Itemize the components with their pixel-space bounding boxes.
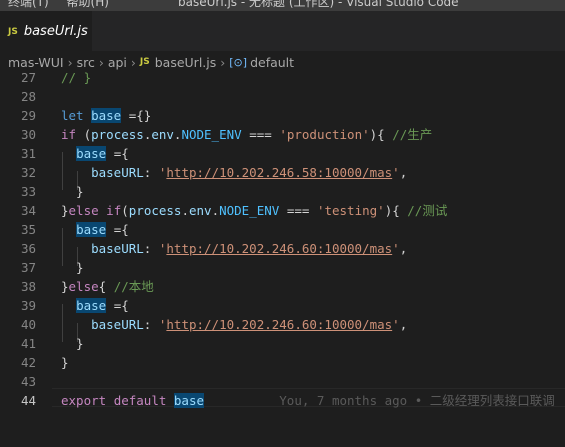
code-text: }else if(process.env.NODE_ENV === 'testi… [61, 203, 448, 218]
code-text: } [61, 355, 69, 370]
line-number: 31 [20, 146, 36, 161]
line-number: 37 [20, 260, 36, 275]
js-file-icon: JS [139, 57, 150, 67]
title-bar: 终端(T) 帮助(H) baseUrl.js - 无标题 (工作区) - Vis… [0, 0, 565, 11]
code-text: export default base You, 7 months ago • … [61, 393, 555, 408]
code-text: }else{ //本地 [61, 279, 154, 294]
line-number: 27 [20, 70, 36, 85]
line-number: 30 [20, 127, 36, 142]
code-line[interactable]: 28 [0, 87, 565, 106]
code-line[interactable]: 38 }else{ //本地 [0, 277, 565, 296]
code-line[interactable]: 40 baseURL: 'http://10.202.246.60:10000/… [0, 315, 565, 334]
line-number: 40 [20, 317, 36, 332]
window-title: baseUrl.js - 无标题 (工作区) - Visual Studio C… [178, 0, 459, 9]
code-text: } [61, 260, 84, 275]
line-number: 44 [20, 393, 36, 408]
line-number: 29 [20, 108, 36, 123]
code-line[interactable]: 37 } [0, 258, 565, 277]
code-text: } [61, 184, 84, 199]
code-line[interactable]: 33 } [0, 182, 565, 201]
line-number: 41 [20, 336, 36, 351]
code-line[interactable]: 43 [0, 372, 565, 391]
code-line[interactable]: 30 if (process.env.NODE_ENV === 'producti… [0, 125, 565, 144]
tab-baseurl-js[interactable]: JS baseUrl.js [0, 11, 92, 51]
symbol-variable-icon: [⊙] [229, 55, 248, 69]
git-blame-annotation: You, 7 months ago • 二级经理列表接口联调 [204, 393, 555, 408]
menu-item-help[interactable]: 帮助(H) [67, 0, 109, 9]
code-line[interactable]: 44 export default base You, 7 months ago … [0, 391, 565, 410]
line-number: 34 [20, 203, 36, 218]
code-line[interactable]: 35 base ={ [0, 220, 565, 239]
line-number: 36 [20, 241, 36, 256]
code-text: baseURL: 'http://10.202.246.60:10000/mas… [91, 317, 408, 332]
code-text: baseURL: 'http://10.202.246.58:10000/mas… [91, 165, 408, 180]
code-text: base ={ [76, 146, 129, 161]
code-text: base ={ [76, 222, 129, 237]
line-number: 43 [20, 374, 36, 389]
code-editor[interactable]: 27 // } 28 29 let base ={} 30 if (process.env.… [0, 70, 565, 447]
code-line[interactable]: 29 let base ={} [0, 106, 565, 125]
line-number: 39 [20, 298, 36, 313]
code-line[interactable]: 34 }else if(process.env.NODE_ENV === 'tes… [0, 201, 565, 220]
code-text: base ={ [76, 298, 129, 313]
line-number: 33 [20, 184, 36, 199]
code-text: let base ={} [61, 108, 152, 123]
line-number: 42 [20, 355, 36, 370]
line-number: 38 [20, 279, 36, 294]
menu-bar: 终端(T) 帮助(H) [8, 0, 123, 10]
code-text: if (process.env.NODE_ENV === 'production… [61, 127, 433, 142]
code-line[interactable]: 36 baseURL: 'http://10.202.246.60:10000/… [0, 239, 565, 258]
code-line[interactable]: 31 base ={ [0, 144, 565, 163]
tab-label: baseUrl.js [23, 24, 88, 39]
code-text: } [61, 336, 84, 351]
code-line[interactable]: 41 } [0, 334, 565, 353]
code-text: baseURL: 'http://10.202.246.60:10000/mas… [91, 241, 408, 256]
menu-item-terminal[interactable]: 终端(T) [8, 0, 49, 9]
line-number: 32 [20, 165, 36, 180]
code-text: // } [61, 70, 92, 85]
js-file-icon: JS [8, 26, 18, 37]
line-number: 28 [20, 89, 36, 104]
code-line[interactable]: 42} [0, 353, 565, 372]
line-number: 35 [20, 222, 36, 237]
code-line[interactable]: 27 // } [0, 68, 565, 87]
code-line[interactable]: 32 baseURL: 'http://10.202.246.58:10000/… [0, 163, 565, 182]
code-line[interactable]: 39 base ={ [0, 296, 565, 315]
